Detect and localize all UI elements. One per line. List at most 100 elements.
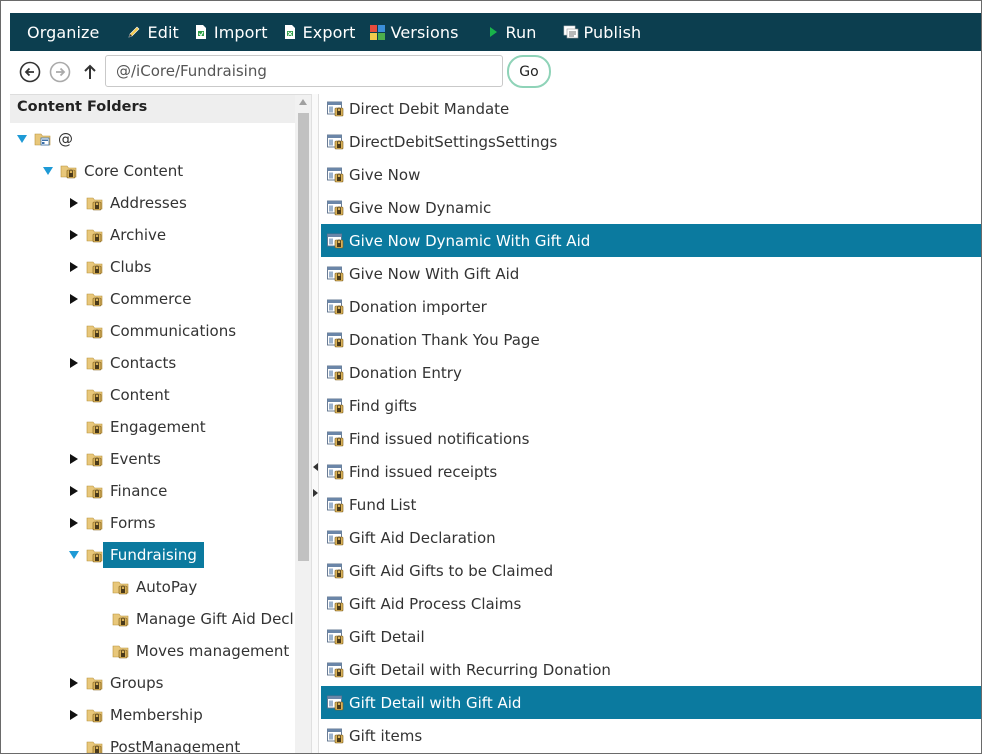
versions-button[interactable]: Versions: [370, 13, 473, 51]
tree-node-core-content[interactable]: Core Content: [42, 157, 183, 185]
locked-folder-icon: [112, 610, 130, 628]
tree-node-manage-gift-aid-decl[interactable]: Manage Gift Aid Decl: [94, 605, 294, 633]
content-folders-header: Content Folders: [10, 95, 297, 123]
locked-folder-icon: [86, 450, 104, 468]
expanded-arrow-icon[interactable]: [42, 165, 54, 177]
scrollbar-thumb[interactable]: [298, 113, 309, 561]
back-button[interactable]: [19, 61, 41, 83]
collapsed-arrow-icon[interactable]: [68, 485, 80, 497]
list-item[interactable]: Fund List: [321, 488, 981, 521]
collapsed-arrow-icon[interactable]: [68, 677, 80, 689]
list-item[interactable]: Gift Aid Declaration: [321, 521, 981, 554]
list-item[interactable]: Gift Detail with Gift Aid: [321, 686, 981, 719]
list-item[interactable]: Give Now With Gift Aid: [321, 257, 981, 290]
tree-node-commerce[interactable]: Commerce: [68, 285, 191, 313]
go-button[interactable]: Go: [507, 55, 551, 88]
tree-node-finance[interactable]: Finance: [68, 477, 167, 505]
tree-node-fundraising[interactable]: Fundraising: [68, 541, 204, 569]
list-item[interactable]: Donation importer: [321, 290, 981, 323]
locked-folder-icon: [60, 162, 78, 180]
locked-folder-icon: [86, 322, 104, 340]
tree-node-label: PostManagement: [110, 738, 241, 754]
run-button[interactable]: Run: [473, 13, 551, 51]
pane-splitter[interactable]: [311, 94, 319, 753]
list-item[interactable]: Direct Debit Mandate: [321, 94, 981, 125]
locked-folder-icon: [86, 706, 104, 724]
list-item[interactable]: DirectDebitSettingsSettings: [321, 125, 981, 158]
list-item-label: Give Now: [349, 165, 421, 184]
edit-button[interactable]: Edit: [126, 13, 192, 51]
expanded-arrow-icon[interactable]: [68, 549, 80, 561]
collapsed-arrow-icon[interactable]: [68, 197, 80, 209]
locked-folder-icon: [112, 642, 130, 660]
tree-node-moves-management[interactable]: Moves management: [94, 637, 289, 665]
list-item[interactable]: Gift Aid Process Claims: [321, 587, 981, 620]
collapsed-arrow-icon[interactable]: [68, 229, 80, 241]
expand-right-icon[interactable]: [313, 489, 318, 497]
play-icon: [485, 24, 501, 40]
list-item[interactable]: Donation Entry: [321, 356, 981, 389]
up-arrow-icon: [84, 64, 96, 79]
collapsed-arrow-icon[interactable]: [68, 293, 80, 305]
list-item[interactable]: Gift Aid Gifts to be Claimed: [321, 554, 981, 587]
collapsed-arrow-icon[interactable]: [68, 261, 80, 273]
scroll-up-icon[interactable]: [299, 99, 307, 105]
list-item[interactable]: Gift Detail with Recurring Donation: [321, 653, 981, 686]
list-item-label: Donation importer: [349, 297, 487, 316]
tree-node-engagement[interactable]: Engagement: [68, 413, 206, 441]
locked-folder-icon: [86, 226, 104, 244]
list-item[interactable]: Gift items: [321, 719, 981, 752]
list-item[interactable]: Find issued receipts: [321, 455, 981, 488]
list-item[interactable]: Give Now Dynamic: [321, 191, 981, 224]
forward-button[interactable]: [49, 61, 71, 83]
tree-node-membership[interactable]: Membership: [68, 701, 203, 729]
collapsed-arrow-icon[interactable]: [68, 453, 80, 465]
locked-document-icon: [327, 166, 344, 183]
tree-node-forms[interactable]: Forms: [68, 509, 156, 537]
list-item[interactable]: Gift Detail: [321, 620, 981, 653]
list-item-label: Gift Aid Declaration: [349, 528, 496, 547]
locked-folder-icon: [86, 514, 104, 532]
tree-scrollbar[interactable]: [295, 95, 311, 753]
tree-node-autopay[interactable]: AutoPay: [94, 573, 197, 601]
up-button[interactable]: [79, 61, 101, 83]
tree-node-clubs[interactable]: Clubs: [68, 253, 151, 281]
publish-button[interactable]: Publish: [551, 13, 656, 51]
tree-node-label: Manage Gift Aid Decl: [136, 610, 294, 628]
tree-node-contacts[interactable]: Contacts: [68, 349, 176, 377]
list-item[interactable]: Find issued notifications: [321, 422, 981, 455]
list-item-label: Find issued notifications: [349, 429, 530, 448]
tree-node-content[interactable]: Content: [68, 381, 170, 409]
tree-node-addresses[interactable]: Addresses: [68, 189, 187, 217]
export-button[interactable]: Export: [282, 13, 370, 51]
export-icon: [282, 24, 298, 40]
tree-node-[interactable]: @: [16, 125, 73, 153]
list-item-label: Donation Entry: [349, 363, 462, 382]
back-arrow-icon: [19, 61, 41, 83]
collapsed-arrow-icon[interactable]: [68, 709, 80, 721]
go-label: Go: [519, 63, 539, 80]
tree-node-communications[interactable]: Communications: [68, 317, 236, 345]
tree-node-postmanagement[interactable]: PostManagement: [68, 733, 241, 754]
organize-button[interactable]: Organize: [10, 13, 126, 51]
tree-node-label: Addresses: [110, 194, 187, 212]
import-label: Import: [213, 22, 268, 42]
locked-document-icon: [327, 331, 344, 348]
list-item[interactable]: Give Now: [321, 158, 981, 191]
locked-document-icon: [327, 727, 344, 744]
list-item[interactable]: Donation Thank You Page: [321, 323, 981, 356]
collapsed-arrow-icon[interactable]: [68, 517, 80, 529]
publish-icon: [563, 24, 579, 40]
pencil-icon: [126, 24, 142, 40]
tree-node-label: Finance: [110, 482, 168, 500]
tree-node-archive[interactable]: Archive: [68, 221, 166, 249]
collapsed-arrow-icon[interactable]: [68, 357, 80, 369]
collapse-left-icon[interactable]: [313, 463, 318, 471]
path-input[interactable]: [105, 55, 503, 87]
list-item[interactable]: Find gifts: [321, 389, 981, 422]
tree-node-groups[interactable]: Groups: [68, 669, 163, 697]
import-button[interactable]: Import: [193, 13, 282, 51]
tree-node-events[interactable]: Events: [68, 445, 161, 473]
expanded-arrow-icon[interactable]: [16, 133, 28, 145]
list-item[interactable]: Give Now Dynamic With Gift Aid: [321, 224, 981, 257]
